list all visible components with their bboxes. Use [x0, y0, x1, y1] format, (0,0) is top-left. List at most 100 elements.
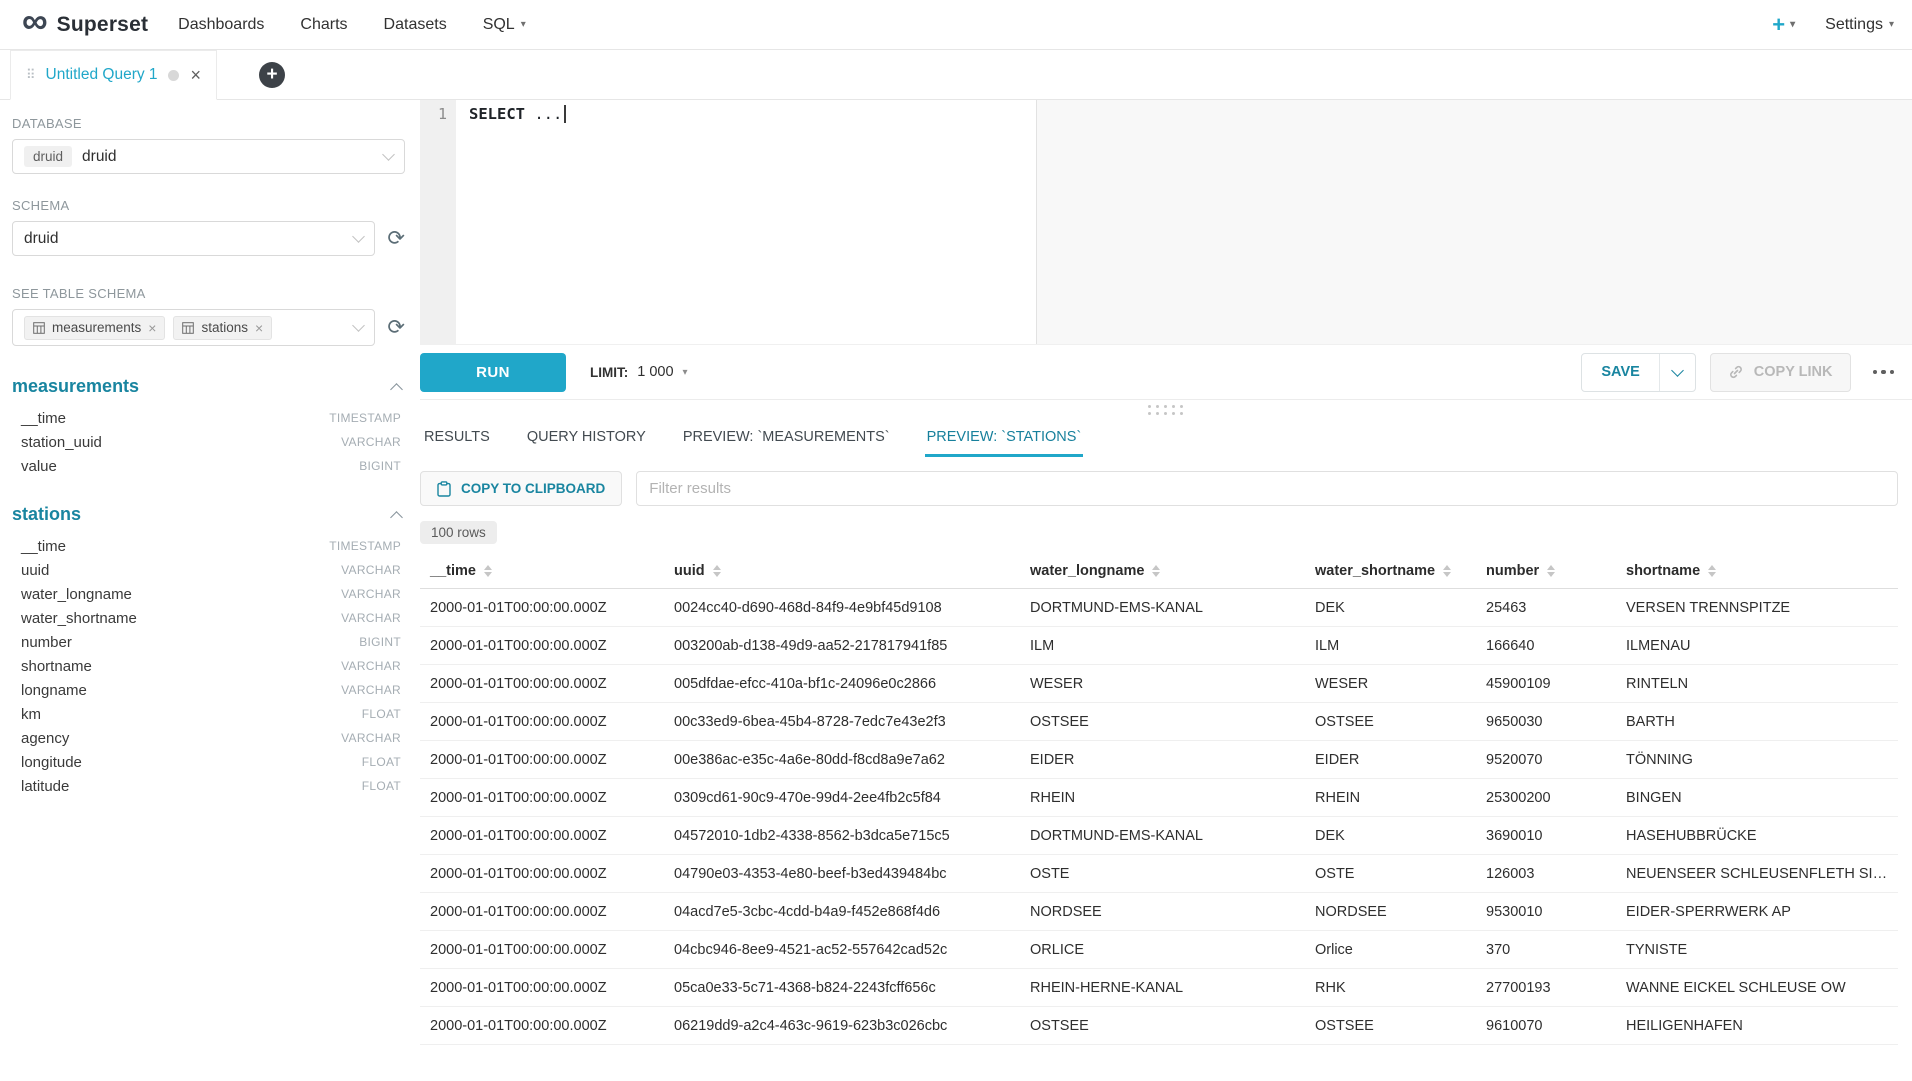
- grid-row[interactable]: 2000-01-01T00:00:00.000Z04acd7e5-3cbc-4c…: [420, 893, 1898, 931]
- grid-header-water_shortname[interactable]: water_shortname: [1305, 556, 1476, 589]
- results-tab[interactable]: PREVIEW: `MEASUREMENTS`: [681, 420, 892, 457]
- grid-row[interactable]: 2000-01-01T00:00:00.000Z04790e03-4353-4e…: [420, 855, 1898, 893]
- grid-header-uuid[interactable]: uuid: [664, 556, 1020, 589]
- grid-cell: NEUENSEER SCHLEUSENFLETH SIEL: [1616, 855, 1898, 893]
- chevron-up-icon[interactable]: [390, 511, 403, 524]
- table-section-header[interactable]: measurements: [12, 376, 405, 397]
- table-schema-select[interactable]: measurements × stations ×: [12, 309, 375, 346]
- grid-cell: 370: [1476, 931, 1616, 969]
- sort-icon[interactable]: [1547, 565, 1555, 578]
- column-row: numberBIGINT: [12, 630, 405, 654]
- sql-editor[interactable]: 1 SELECT ...: [420, 100, 1912, 345]
- table-chip-measurements[interactable]: measurements ×: [24, 316, 165, 340]
- sql-keyword: SELECT: [469, 105, 525, 123]
- query-tab[interactable]: ⠿ Untitled Query 1 ×: [10, 50, 217, 100]
- grid-cell: 003200ab-d138-49d9-aa52-217817941f85: [664, 627, 1020, 665]
- copy-link-button[interactable]: COPY LINK: [1710, 353, 1851, 392]
- grid-cell: OSTE: [1305, 855, 1476, 893]
- editor-gutter: 1: [420, 100, 456, 344]
- grid-row[interactable]: 2000-01-01T00:00:00.000Z0024cc40-d690-46…: [420, 589, 1898, 627]
- grid-row[interactable]: 2000-01-01T00:00:00.000Z00c33ed9-6bea-45…: [420, 703, 1898, 741]
- grid-row[interactable]: 2000-01-01T00:00:00.000Z005dfdae-efcc-41…: [420, 665, 1898, 703]
- results-tab[interactable]: PREVIEW: `STATIONS`: [925, 420, 1084, 457]
- chip-label: measurements: [52, 320, 141, 335]
- chevron-up-icon[interactable]: [390, 383, 403, 396]
- more-options-icon[interactable]: [1869, 364, 1899, 381]
- limit-label: LIMIT:: [590, 365, 628, 380]
- sort-icon[interactable]: [1152, 565, 1160, 578]
- schema-select[interactable]: druid: [12, 221, 375, 256]
- save-options-button[interactable]: [1659, 354, 1695, 391]
- results-grid-wrap: __timeuuidwater_longnamewater_shortname n…: [420, 556, 1912, 1045]
- sort-icon[interactable]: [1708, 565, 1716, 578]
- sort-icon[interactable]: [713, 565, 721, 578]
- infinity-logo-icon: ∞: [22, 7, 48, 36]
- sort-icon[interactable]: [1443, 565, 1451, 578]
- nav-item-charts[interactable]: Charts: [300, 16, 347, 34]
- results-tab[interactable]: RESULTS: [422, 420, 492, 457]
- copy-to-clipboard-button[interactable]: COPY TO CLIPBOARD: [420, 471, 622, 506]
- grid-cell: 00c33ed9-6bea-45b4-8728-7edc7e43e2f3: [664, 703, 1020, 741]
- nav-item-datasets[interactable]: Datasets: [384, 16, 447, 34]
- nav-item-dashboards[interactable]: Dashboards: [178, 16, 264, 34]
- results-tabs: RESULTS QUERY HISTORY PREVIEW: `MEASUREMEN…: [420, 420, 1912, 457]
- column-name: agency: [21, 730, 69, 747]
- text-cursor: [564, 105, 566, 123]
- chevron-down-icon: [353, 230, 366, 243]
- add-tab-button[interactable]: +: [259, 62, 285, 88]
- column-row: longitudeFLOAT: [12, 750, 405, 774]
- grid-row[interactable]: 2000-01-01T00:00:00.000Z0309cd61-90c9-47…: [420, 779, 1898, 817]
- grid-row[interactable]: 2000-01-01T00:00:00.000Z00e386ac-e35c-4a…: [420, 741, 1898, 779]
- superset-logo[interactable]: ∞ Superset: [22, 13, 148, 37]
- filter-results-input[interactable]: [636, 471, 1898, 506]
- panel-resize-handle[interactable]: [420, 400, 1912, 420]
- chevron-down-icon: [353, 319, 366, 332]
- grid-header-label: number: [1486, 563, 1539, 579]
- run-button[interactable]: RUN: [420, 353, 566, 392]
- results-tab[interactable]: QUERY HISTORY: [525, 420, 648, 457]
- copy-to-clipboard-label: COPY TO CLIPBOARD: [461, 481, 605, 496]
- table-chips: measurements × stations ×: [24, 316, 272, 340]
- grid-header-__time[interactable]: __time: [420, 556, 664, 589]
- grid-cell: NORDSEE: [1020, 893, 1305, 931]
- sort-icon[interactable]: [484, 565, 492, 578]
- editor-code[interactable]: SELECT ...: [456, 100, 1912, 344]
- grid-header-shortname[interactable]: shortname: [1616, 556, 1898, 589]
- grid-row[interactable]: 2000-01-01T00:00:00.000Z04cbc946-8ee9-45…: [420, 931, 1898, 969]
- grid-row[interactable]: 2000-01-01T00:00:00.000Z05ca0e33-5c71-43…: [420, 969, 1898, 1007]
- chevron-down-icon: ▾: [521, 19, 526, 30]
- grid-cell: 2000-01-01T00:00:00.000Z: [420, 665, 664, 703]
- grid-cell: DORTMUND-EMS-KANAL: [1020, 817, 1305, 855]
- copy-link-label: COPY LINK: [1754, 364, 1833, 380]
- database-select[interactable]: druid druid: [12, 139, 405, 174]
- drag-handle-icon[interactable]: ⠿: [26, 67, 36, 83]
- new-item-button[interactable]: + ▾: [1772, 12, 1795, 38]
- schema-tables: measurements__timeTIMESTAMPstation_uuidV…: [12, 376, 405, 798]
- chip-label: stations: [201, 320, 248, 335]
- database-type-badge: druid: [24, 146, 72, 167]
- limit-value: 1 000: [637, 364, 673, 380]
- save-split-button: SAVE: [1581, 353, 1695, 392]
- grid-header-water_longname[interactable]: water_longname: [1020, 556, 1305, 589]
- save-button[interactable]: SAVE: [1582, 354, 1658, 391]
- grid-row[interactable]: 2000-01-01T00:00:00.000Z003200ab-d138-49…: [420, 627, 1898, 665]
- grid-cell: RHK: [1305, 969, 1476, 1007]
- table-chip-stations[interactable]: stations ×: [173, 316, 272, 340]
- settings-menu[interactable]: Settings ▾: [1825, 16, 1894, 34]
- link-icon: [1728, 364, 1744, 380]
- nav-item-sql[interactable]: SQL▾: [483, 16, 526, 34]
- table-section-header[interactable]: stations: [12, 504, 405, 525]
- line-number: 1: [438, 105, 447, 123]
- remove-chip-icon[interactable]: ×: [255, 320, 263, 336]
- grid-header-number[interactable]: number: [1476, 556, 1616, 589]
- remove-chip-icon[interactable]: ×: [148, 320, 156, 336]
- grid-row[interactable]: 2000-01-01T00:00:00.000Z06219dd9-a2c4-46…: [420, 1007, 1898, 1045]
- refresh-tables-icon[interactable]: ⟳: [387, 317, 405, 338]
- column-type: VARCHAR: [341, 435, 401, 449]
- grid-row[interactable]: 2000-01-01T00:00:00.000Z04572010-1db2-43…: [420, 817, 1898, 855]
- refresh-schema-icon[interactable]: ⟳: [387, 228, 405, 249]
- limit-dropdown[interactable]: LIMIT: 1 000 ▾: [590, 364, 688, 380]
- grid-cell: OSTSEE: [1020, 1007, 1305, 1045]
- grid-cell: BINGEN: [1616, 779, 1898, 817]
- close-tab-icon[interactable]: ×: [191, 65, 202, 86]
